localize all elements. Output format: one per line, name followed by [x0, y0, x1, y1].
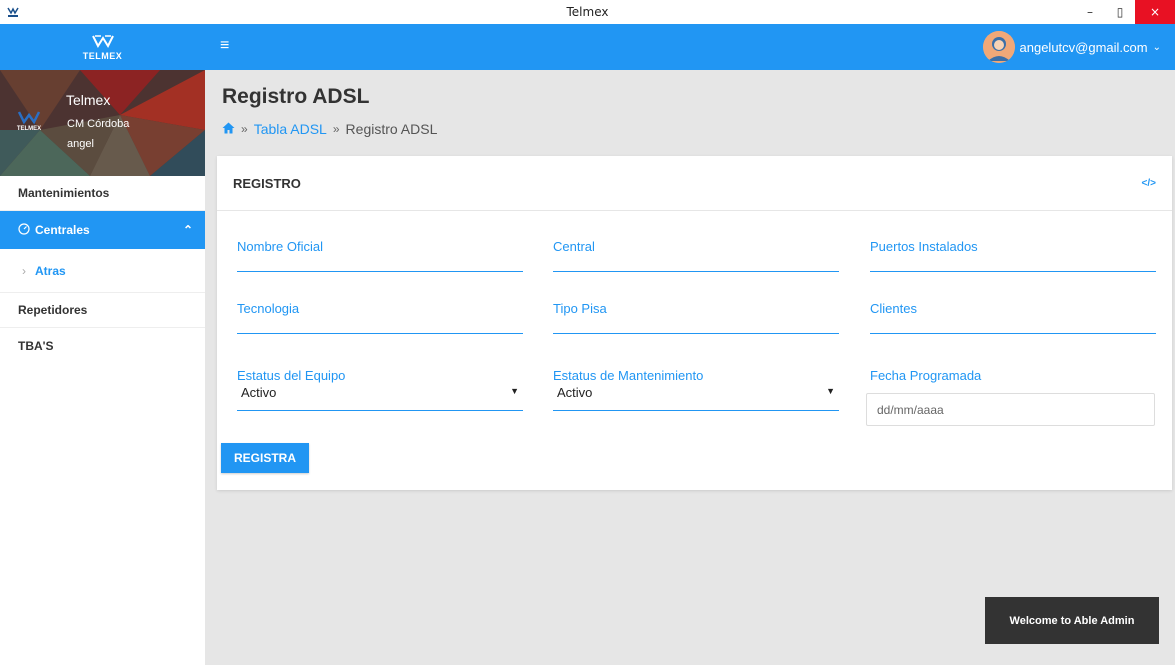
tipo-pisa-field[interactable]: Tipo Pisa [553, 299, 839, 334]
estatus-equipo-select[interactable]: Estatus del Equipo Activo ▼ [237, 368, 523, 411]
user-menu[interactable]: angelutcv@gmail.com ⌄ [982, 30, 1161, 64]
field-label: Tecnologia [237, 301, 300, 316]
window-title: Telmex [566, 5, 609, 19]
breadcrumb-separator: » [332, 122, 340, 136]
select-value: Activo [241, 385, 277, 400]
sidebar-subitem-atras[interactable]: › Atras [0, 249, 205, 293]
profile-name: Telmex [66, 92, 111, 108]
field-label: Estatus de Mantenimiento [553, 368, 704, 383]
puertos-instalados-field[interactable]: Puertos Instalados [870, 237, 1156, 272]
breadcrumb: » Tabla ADSL » Registro ADSL [222, 121, 437, 137]
field-label: Puertos Instalados [870, 239, 978, 254]
sidebar-item-label: Repetidores [18, 303, 88, 317]
maximize-button[interactable]: ▯ [1105, 0, 1135, 24]
sidebar-item-mantenimientos[interactable]: Mantenimientos [0, 176, 205, 211]
breadcrumb-separator: » [241, 122, 248, 136]
field-label: Nombre Oficial [237, 239, 323, 254]
sidebar: TELMEX Telmex CM Córdoba angel Mantenimi… [0, 70, 205, 665]
chevron-down-icon: ⌄ [1152, 41, 1161, 53]
breadcrumb-current: Registro ADSL [345, 121, 438, 137]
profile-user: angel [67, 138, 94, 150]
sidebar-item-label: TBA'S [18, 338, 54, 353]
window-controls: – ▯ × [1075, 0, 1175, 24]
registro-card: REGISTRO </> Nombre Oficial Central Puer… [217, 156, 1172, 490]
tecnologia-field[interactable]: Tecnologia [237, 299, 523, 334]
field-label: Tipo Pisa [553, 301, 607, 316]
chevron-up-icon: ⌃ [182, 223, 193, 237]
card-header: REGISTRO </> [217, 156, 1172, 211]
gauge-icon [18, 222, 30, 238]
estatus-mantenimiento-select[interactable]: Estatus de Mantenimiento Activo ▼ [553, 368, 839, 411]
nombre-oficial-field[interactable]: Nombre Oficial [237, 237, 523, 272]
fecha-programada-label: Fecha Programada [870, 368, 982, 383]
card-title: REGISTRO [233, 175, 301, 191]
telmex-logo-icon: TELMEX [17, 111, 41, 132]
sidebar-item-label: Mantenimientos [18, 186, 110, 200]
welcome-toast: Welcome to Able Admin [985, 597, 1159, 644]
brand-text: TELMEX [82, 50, 123, 61]
close-button[interactable]: × [1135, 0, 1175, 24]
dropdown-arrow-icon: ▼ [826, 386, 835, 396]
profile-logo-text: TELMEX [17, 126, 41, 132]
window-titlebar: Telmex – ▯ × [0, 0, 1175, 24]
field-label: Estatus del Equipo [237, 368, 346, 383]
dropdown-arrow-icon: ▼ [510, 386, 519, 396]
profile-org: CM Córdoba [67, 118, 130, 130]
clientes-field[interactable]: Clientes [870, 299, 1156, 334]
top-header: TELMEX ≡ angelutcv@gmail.com ⌄ [0, 24, 1175, 70]
sidebar-item-centrales[interactable]: Centrales ⌃ [0, 211, 205, 249]
registra-button[interactable]: REGISTRA [221, 443, 309, 473]
sidebar-item-label: Centrales [35, 223, 90, 237]
sidebar-item-repetidores[interactable]: Repetidores [0, 293, 205, 328]
home-icon[interactable] [222, 121, 235, 137]
minimize-button[interactable]: – [1075, 0, 1105, 24]
page-title: Registro ADSL [222, 85, 370, 108]
telmex-logo-icon [91, 34, 114, 48]
breadcrumb-link-tabla[interactable]: Tabla ADSL [254, 121, 327, 137]
code-icon[interactable]: </> [1142, 178, 1156, 189]
central-field[interactable]: Central [553, 237, 839, 272]
menu-toggle-icon[interactable]: ≡ [220, 37, 240, 57]
telmex-app-icon [7, 7, 19, 17]
chevron-right-icon: › [22, 263, 26, 278]
select-value: Activo [557, 385, 593, 400]
sidebar-item-label: Atras [35, 263, 66, 278]
field-label: Central [553, 239, 595, 254]
user-email: angelutcv@gmail.com [1019, 39, 1148, 55]
field-label: Clientes [870, 301, 917, 316]
avatar [982, 31, 1015, 63]
profile-card: TELMEX Telmex CM Córdoba angel [0, 70, 205, 176]
fecha-programada-input[interactable]: dd/mm/aaaa [866, 393, 1155, 426]
brand-logo[interactable]: TELMEX [0, 24, 205, 70]
sidebar-item-tbas[interactable]: TBA'S [0, 328, 205, 363]
